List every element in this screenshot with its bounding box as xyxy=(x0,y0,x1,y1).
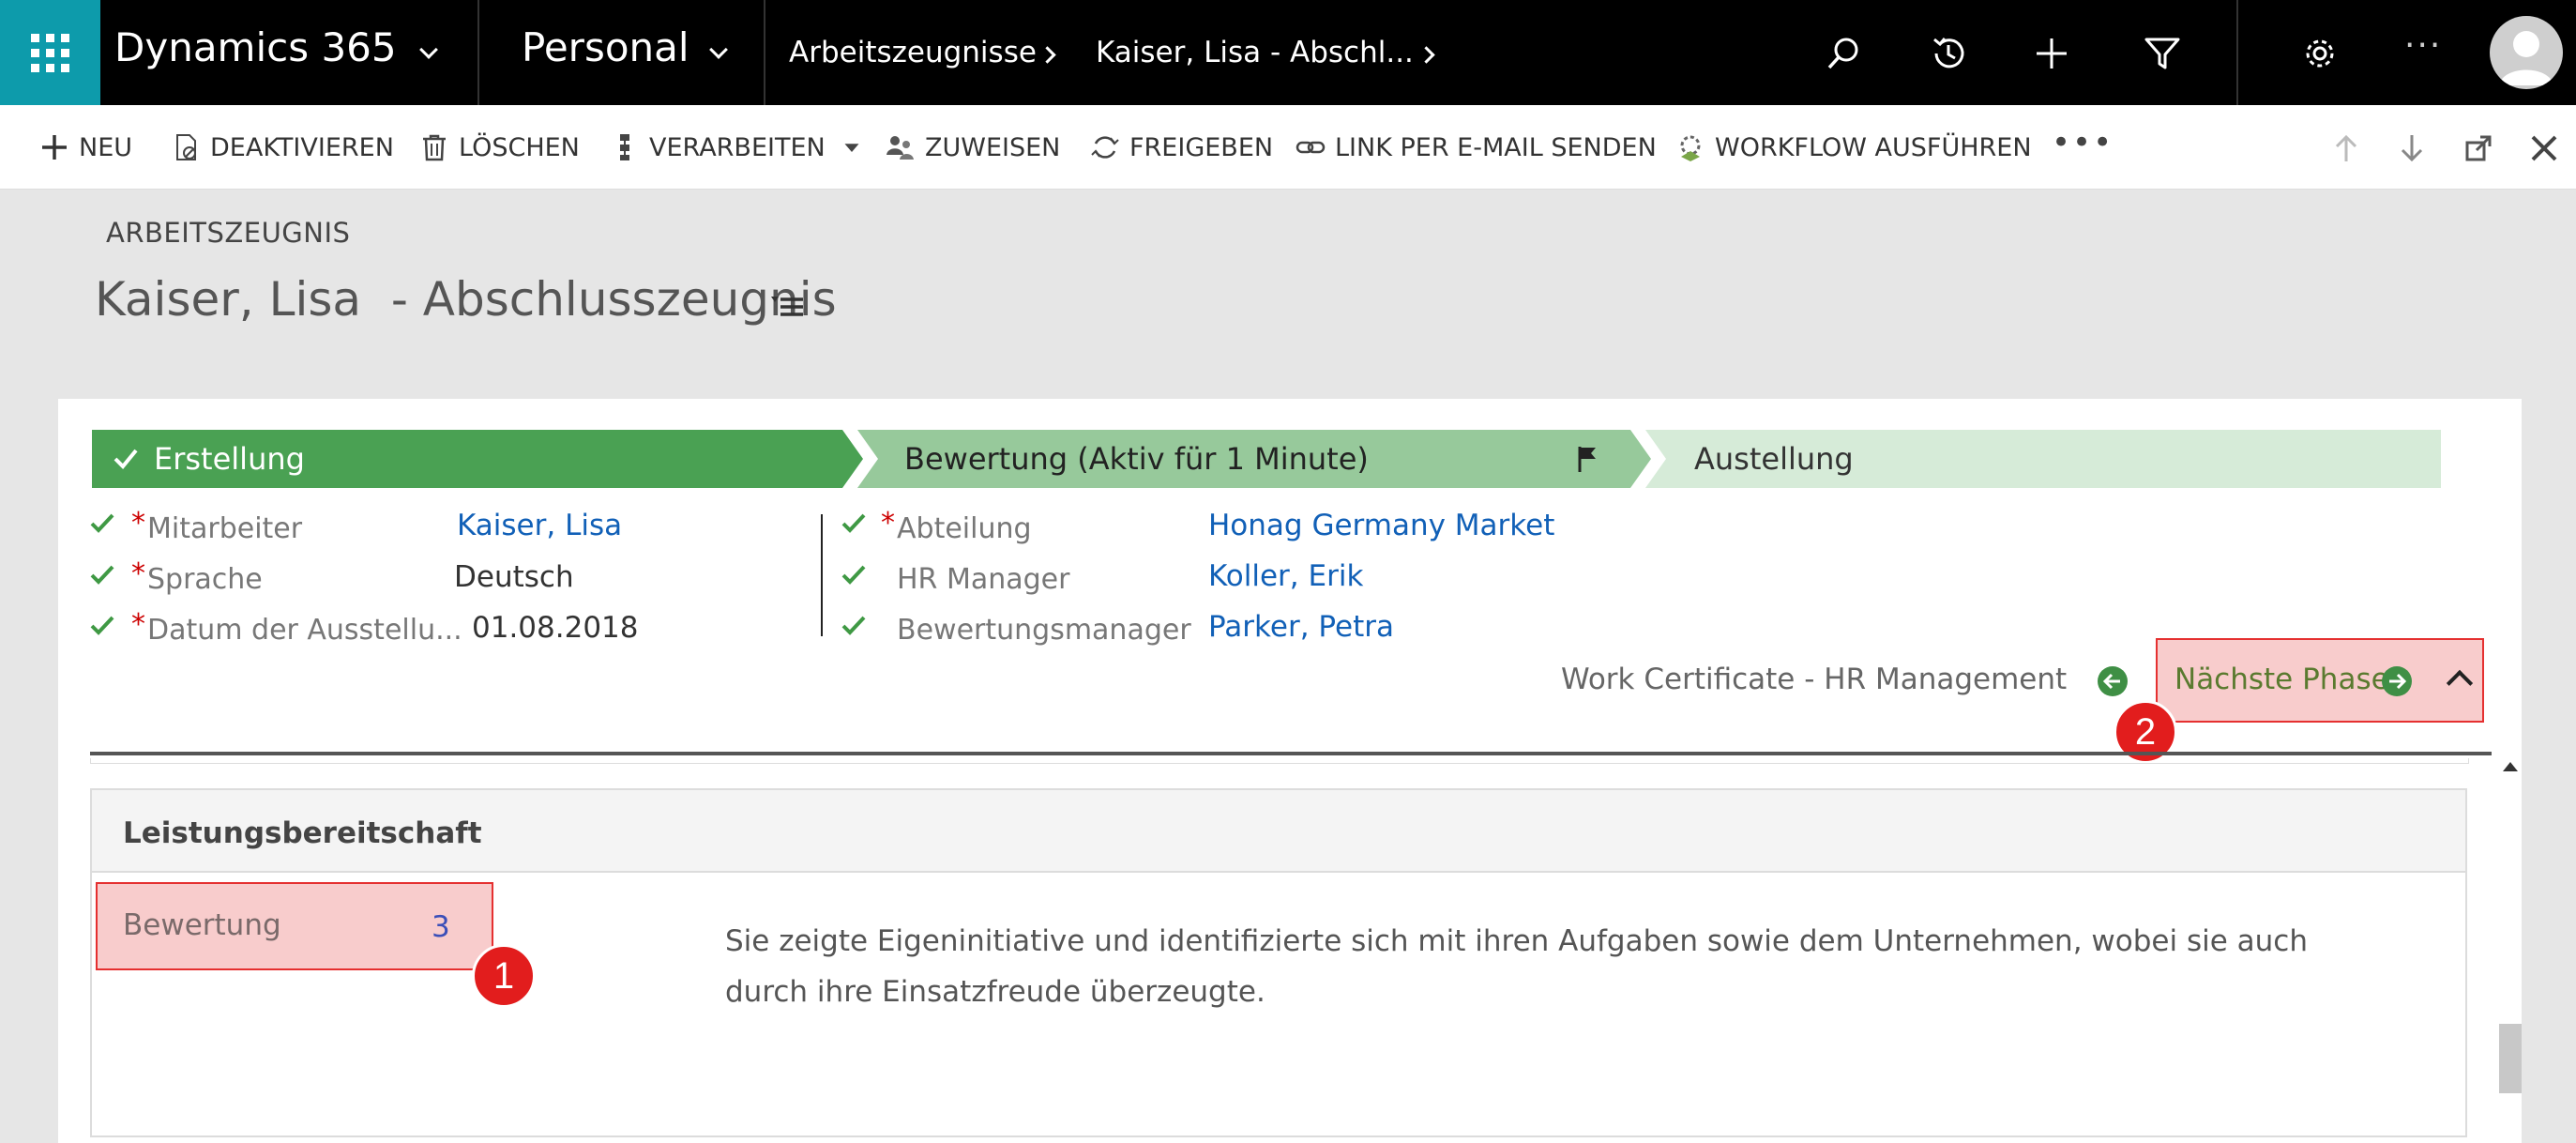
command-bar: NEU DEAKTIVIEREN LÖSCHEN VERARBEITEN ZUW… xyxy=(0,105,2576,190)
field-label-datum: Datum der Ausstellu... xyxy=(147,614,462,647)
process-name[interactable]: Work Certificate - HR Management xyxy=(1561,663,2067,696)
assign-button-label: ZUWEISEN xyxy=(925,132,1061,162)
process-dropdown-button[interactable]: VERARBEITEN xyxy=(610,131,871,163)
field-label-hr-manager: HR Manager xyxy=(897,563,1070,596)
deactivate-button[interactable]: DEAKTIVIEREN xyxy=(171,131,394,163)
field-label-bewertungsmanager: Bewertungsmanager xyxy=(897,614,1191,647)
caret-down-icon xyxy=(844,144,859,152)
field-label-abteilung: Abteilung xyxy=(897,512,1032,545)
form-selector-icon[interactable] xyxy=(771,293,805,321)
waffle-icon xyxy=(31,33,69,72)
plus-icon xyxy=(42,135,67,160)
settings-icon[interactable] xyxy=(2300,34,2340,73)
breadcrumb-chevron-icon[interactable] xyxy=(1417,46,1435,64)
checkmark-icon xyxy=(841,513,866,533)
previous-record-icon[interactable] xyxy=(2327,130,2365,167)
add-icon[interactable] xyxy=(2032,34,2071,73)
share-button-label: FREIGEBEN xyxy=(1129,132,1274,162)
checkmark-icon xyxy=(90,513,114,533)
delete-button[interactable]: LÖSCHEN xyxy=(419,131,580,163)
bpf-stage-label: Austellung xyxy=(1694,441,1854,477)
share-icon xyxy=(1091,136,1119,159)
field-value-datum[interactable]: 01.08.2018 xyxy=(472,611,639,645)
checkmark-icon xyxy=(90,616,114,635)
close-icon[interactable] xyxy=(2525,130,2563,167)
checkmark-icon xyxy=(90,565,114,585)
user-avatar[interactable] xyxy=(2490,16,2563,89)
previous-stage-icon[interactable] xyxy=(2098,666,2128,696)
rating-value[interactable]: 3 xyxy=(432,910,450,944)
next-stage-arrow-icon[interactable] xyxy=(2382,666,2412,696)
breadcrumb-chevron-icon xyxy=(1038,46,1056,64)
next-stage-button[interactable]: Nächste Phase xyxy=(2174,663,2389,696)
app-launcher-button[interactable] xyxy=(0,0,100,105)
bpf-divider xyxy=(90,752,2492,755)
link-icon xyxy=(1296,141,1326,154)
section-text: Sie zeigte Eigeninitiative und identifiz… xyxy=(725,924,2308,1009)
email-link-button[interactable]: LINK PER E-MAIL SENDEN xyxy=(1296,131,1657,163)
delete-button-label: LÖSCHEN xyxy=(459,132,580,162)
pop-out-icon[interactable] xyxy=(2460,130,2497,167)
record-title: Kaiser, Lisa - Abschlusszeugnis xyxy=(95,272,837,327)
breadcrumb-entity-list[interactable]: Arbeitszeugnisse xyxy=(789,36,1037,69)
nav-divider xyxy=(764,0,765,105)
top-navigation-bar: Dynamics 365 Personal Arbeitszeugnisse K… xyxy=(0,0,2576,105)
breadcrumb-record[interactable]: Kaiser, Lisa - Abschl... xyxy=(1096,36,1414,69)
required-indicator: * xyxy=(131,608,145,641)
checkmark-icon xyxy=(841,565,866,585)
share-button[interactable]: FREIGEBEN xyxy=(1090,131,1273,163)
app-name[interactable]: Dynamics 365 xyxy=(114,24,397,70)
bpf-stage-austellung[interactable]: Austellung xyxy=(1645,430,2441,488)
nav-divider xyxy=(477,0,479,105)
annotation-marker-1: 1 xyxy=(472,944,536,1008)
bpf-divider-shadow xyxy=(90,758,2469,764)
trash-icon xyxy=(423,134,446,161)
filter-icon[interactable] xyxy=(2143,34,2182,73)
bpf-stage-label: Bewertung (Aktiv für 1 Minute) xyxy=(904,441,1369,477)
next-record-icon[interactable] xyxy=(2393,130,2431,167)
process-icon xyxy=(620,134,629,160)
assign-icon xyxy=(886,136,914,160)
required-indicator: * xyxy=(881,507,895,540)
deactivate-button-label: DEAKTIVIEREN xyxy=(210,132,394,162)
field-label-sprache: Sprache xyxy=(147,563,263,596)
required-indicator: * xyxy=(131,557,145,590)
field-value-hr-manager[interactable]: Koller, Erik xyxy=(1208,559,1363,593)
nav-divider xyxy=(2236,0,2238,105)
field-value-sprache[interactable]: Deutsch xyxy=(454,560,574,594)
bpf-stage-label: Erstellung xyxy=(154,441,305,477)
area-selector[interactable]: Personal xyxy=(522,24,689,70)
recent-items-icon[interactable] xyxy=(1929,34,1968,73)
checkmark-icon xyxy=(841,616,866,635)
field-value-abteilung[interactable]: Honag Germany Market xyxy=(1208,509,1554,542)
run-workflow-button-label: WORKFLOW AUSFÜHREN xyxy=(1715,132,2032,162)
email-link-button-label: LINK PER E-MAIL SENDEN xyxy=(1335,132,1657,162)
process-button-label: VERARBEITEN xyxy=(649,132,826,162)
required-indicator: * xyxy=(131,507,145,540)
app-switcher-chevron-icon[interactable] xyxy=(419,40,438,59)
scrollbar-thumb[interactable] xyxy=(2499,1024,2522,1093)
deactivate-icon xyxy=(176,134,196,160)
rating-label: Bewertung xyxy=(123,908,281,942)
bpf-stage-erstellung[interactable]: Erstellung xyxy=(92,430,863,488)
new-button-label: NEU xyxy=(79,132,133,162)
entity-name: ARBEITSZEUGNIS xyxy=(106,217,351,249)
scroll-up-icon[interactable] xyxy=(2503,762,2518,771)
run-workflow-button[interactable]: WORKFLOW AUSFÜHREN xyxy=(1675,131,2032,163)
area-chevron-icon[interactable] xyxy=(709,40,728,59)
field-value-bewertungsmanager[interactable]: Parker, Petra xyxy=(1208,610,1394,644)
section-title: Leistungsbereitschaft xyxy=(123,816,482,850)
more-icon[interactable]: ··· xyxy=(2404,26,2442,65)
checkmark-icon xyxy=(114,449,138,469)
more-commands-icon[interactable]: ••• xyxy=(2052,124,2114,161)
field-label-mitarbeiter: Mitarbeiter xyxy=(147,512,303,545)
new-button[interactable]: NEU xyxy=(39,131,132,163)
flag-icon xyxy=(1578,447,1596,472)
field-value-mitarbeiter[interactable]: Kaiser, Lisa xyxy=(457,509,622,542)
bpf-stage-bewertung[interactable]: Bewertung (Aktiv für 1 Minute) xyxy=(857,430,1651,488)
assign-button[interactable]: ZUWEISEN xyxy=(886,131,1060,163)
field-column-divider xyxy=(821,514,823,636)
workflow-icon xyxy=(1680,135,1701,161)
search-icon[interactable] xyxy=(1824,34,1863,73)
